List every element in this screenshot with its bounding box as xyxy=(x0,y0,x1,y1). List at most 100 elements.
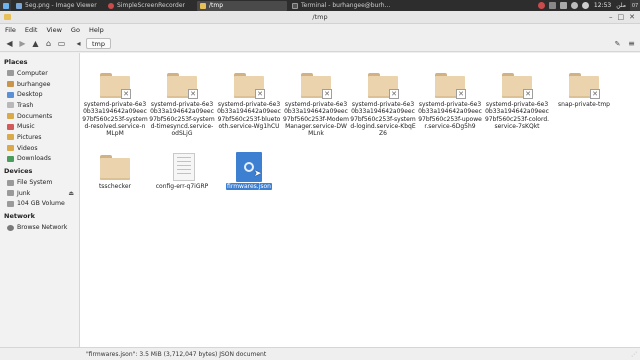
sidebar-item-downloads[interactable]: Downloads xyxy=(0,154,79,165)
folder-icon xyxy=(100,153,130,181)
home-icon: ⌂ xyxy=(45,39,52,48)
file-manager-window: /tmp – □ ✕ File Edit View Go Help ◀ ▶ ▲ … xyxy=(0,11,640,360)
app-menu-button[interactable] xyxy=(0,0,11,11)
file-item[interactable]: ✕ systemd-private-6e30b33a194642a09eec97… xyxy=(417,71,483,130)
resize-grip-icon[interactable]: ⋰ xyxy=(631,351,637,358)
terminal-icon xyxy=(292,2,298,9)
volume-tray-icon[interactable] xyxy=(570,2,578,9)
text-file-icon xyxy=(167,153,197,181)
computer-button[interactable]: ▭ xyxy=(56,38,67,49)
sidebar-item-label: Trash xyxy=(17,101,34,109)
taskbar-task-terminal[interactable]: Terminal - burhangee@burh... xyxy=(289,1,399,11)
sidebar-item-label: File System xyxy=(17,179,53,187)
recorder-icon xyxy=(108,2,114,9)
pencil-icon: ✎ xyxy=(614,39,621,48)
sidebar-item-trash[interactable]: Trash xyxy=(0,100,79,111)
menu-help[interactable]: Help xyxy=(89,26,104,34)
status-bar: "firmwares.json": 3.5 MiB (3,712,047 byt… xyxy=(0,347,640,360)
file-item[interactable]: ✕ systemd-private-6e30b33a194642a09eec97… xyxy=(82,71,148,137)
menu-file[interactable]: File xyxy=(5,26,16,34)
sidebar-item-label: Videos xyxy=(17,144,38,152)
lock-icon: ✕ xyxy=(389,89,399,99)
edit-path-button[interactable]: ✎ xyxy=(612,38,623,49)
forward-button[interactable]: ▶ xyxy=(17,38,28,49)
titlebar[interactable]: /tmp – □ ✕ xyxy=(0,11,640,24)
up-button[interactable]: ▲ xyxy=(30,38,41,49)
file-item[interactable]: ✕ snap-private-tmp xyxy=(551,71,617,108)
menu-go[interactable]: Go xyxy=(71,26,80,34)
taskbar-task-image-viewer[interactable]: 5eg.png - Image Viewer xyxy=(13,1,103,11)
home-button[interactable]: ⌂ xyxy=(43,38,54,49)
mouse-cursor-icon: ➤ xyxy=(254,169,262,179)
file-item[interactable]: config-err-q7iGRP xyxy=(149,153,215,190)
arrow-right-icon: ▶ xyxy=(19,39,26,48)
locked-folder-icon: ✕ xyxy=(100,71,131,99)
clock[interactable]: 12:53 xyxy=(594,2,611,9)
sidebar-item-junk[interactable]: Junk ⏏ xyxy=(0,188,79,199)
close-button[interactable]: ✕ xyxy=(629,13,635,21)
computer-icon xyxy=(7,70,14,77)
file-label: systemd-private-6e30b33a194642a09eec97bf… xyxy=(217,101,281,130)
drive-icon xyxy=(7,200,14,207)
file-label: systemd-private-6e30b33a194642a09eec97bf… xyxy=(82,101,148,138)
file-item[interactable]: ✕ systemd-private-6e30b33a194642a09eec97… xyxy=(484,71,550,130)
file-item[interactable]: tsschecker xyxy=(82,153,148,190)
sidebar-item-home[interactable]: burhangee xyxy=(0,79,79,90)
sidebar-item-videos[interactable]: Videos xyxy=(0,143,79,154)
minimize-button[interactable]: – xyxy=(609,13,613,21)
file-label: systemd-private-6e30b33a194642a09eec97bf… xyxy=(418,101,482,130)
sidebar-item-documents[interactable]: Documents xyxy=(0,111,79,122)
folder-icon xyxy=(200,2,206,9)
maximize-button[interactable]: □ xyxy=(618,13,625,21)
sidebar-item-music[interactable]: Music xyxy=(0,121,79,132)
taskbar: 5eg.png - Image Viewer SimpleScreenRecor… xyxy=(0,0,640,11)
battery-tray-icon[interactable] xyxy=(559,2,567,9)
path-button-tmp[interactable]: tmp xyxy=(86,38,112,49)
sidebar-item-file-system[interactable]: File System xyxy=(0,177,79,188)
keyboard-layout[interactable]: ملن xyxy=(616,2,626,9)
back-button[interactable]: ◀ xyxy=(4,38,15,49)
pictures-icon xyxy=(7,134,14,141)
sidebar-item-desktop[interactable]: Desktop xyxy=(0,89,79,100)
desktop-corner[interactable]: 07 xyxy=(630,0,640,11)
path-bar: ◂ tmp ✎ ≡ xyxy=(73,38,640,50)
file-item[interactable]: ✕ systemd-private-6e30b33a194642a09eec97… xyxy=(216,71,282,130)
file-item[interactable]: ✕ systemd-private-6e30b33a194642a09eec97… xyxy=(149,71,215,137)
file-item-selected[interactable]: ➤ firmwares.json xyxy=(216,152,282,191)
image-viewer-icon xyxy=(16,2,22,9)
sidebar-item-browse-network[interactable]: Browse Network xyxy=(0,222,79,233)
file-item[interactable]: ✕ systemd-private-6e30b33a194642a09eec97… xyxy=(350,71,416,137)
eject-icon[interactable]: ⏏ xyxy=(68,190,74,197)
sidebar-header-places: Places xyxy=(4,58,28,66)
bluetooth-tray-icon[interactable] xyxy=(548,2,556,9)
arrow-up-icon: ▲ xyxy=(32,39,39,48)
file-view[interactable]: ✕ systemd-private-6e30b33a194642a09eec97… xyxy=(80,53,640,347)
sidebar-item-computer[interactable]: Computer xyxy=(0,68,79,79)
network-tray-icon[interactable] xyxy=(581,2,589,9)
sidebar-item-label: burhangee xyxy=(17,80,51,88)
sidebar-item-volume[interactable]: 104 GB Volume xyxy=(0,199,79,210)
arrow-left-icon: ◀ xyxy=(6,39,13,48)
recording-tray-icon[interactable] xyxy=(537,2,545,9)
locked-folder-icon: ✕ xyxy=(569,71,600,99)
locked-folder-icon: ✕ xyxy=(368,71,399,99)
sidebar-item-label: 104 GB Volume xyxy=(17,200,65,208)
menu-view[interactable]: View xyxy=(46,26,61,34)
sidebar-item-label: Music xyxy=(17,123,35,131)
menubar: File Edit View Go Help xyxy=(0,24,640,36)
sidebar: Places Computer burhangee Desktop Trash … xyxy=(0,53,80,347)
file-label: systemd-private-6e30b33a194642a09eec97bf… xyxy=(350,101,416,138)
menu-icon: ≡ xyxy=(628,39,635,48)
downloads-icon xyxy=(7,155,14,162)
taskbar-task-file-manager[interactable]: /tmp xyxy=(197,0,287,11)
sidebar-item-pictures[interactable]: Pictures xyxy=(0,132,79,143)
taskbar-task-screen-recorder[interactable]: SimpleScreenRecorder xyxy=(105,1,195,11)
menu-edit[interactable]: Edit xyxy=(25,26,38,34)
file-item[interactable]: ✕ systemd-private-6e30b33a194642a09eec97… xyxy=(283,71,349,137)
file-label: config-err-q7iGRP xyxy=(155,183,209,190)
path-toggle-button[interactable]: ◂ xyxy=(73,38,84,49)
hamburger-menu-button[interactable]: ≡ xyxy=(626,38,637,49)
sidebar-item-label: Junk xyxy=(17,189,31,197)
videos-icon xyxy=(7,145,14,152)
lock-icon: ✕ xyxy=(523,89,533,99)
